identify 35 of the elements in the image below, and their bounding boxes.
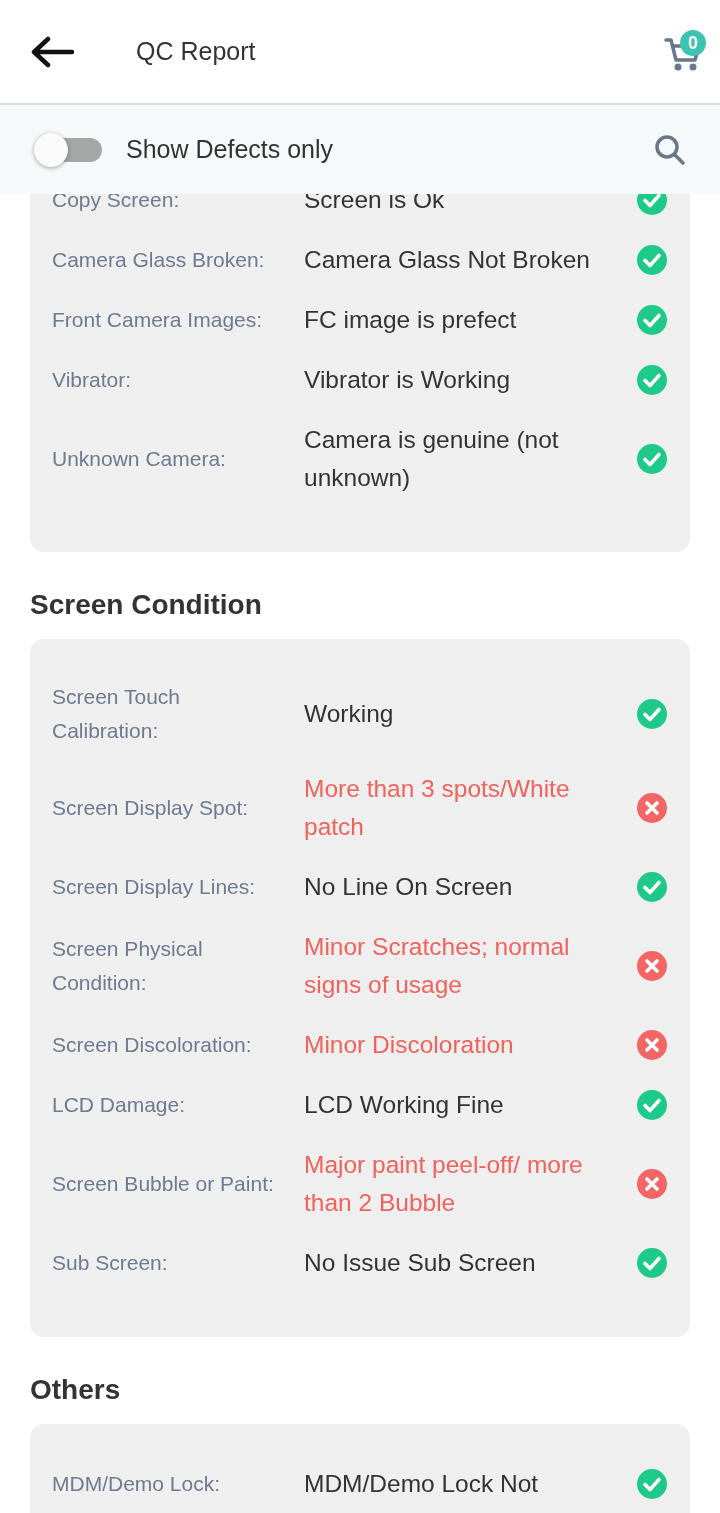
field-label: Unknown Camera: bbox=[52, 446, 227, 472]
field-label: Screen Bubble or Paint: bbox=[52, 1171, 275, 1197]
field-label: Screen Discoloration: bbox=[52, 1032, 253, 1058]
field-label: Copy Screen: bbox=[52, 187, 181, 213]
field-value: No Line On Screen bbox=[304, 872, 514, 902]
cart-button[interactable]: 0 bbox=[660, 30, 706, 74]
field-value: More than 3 spots/White patch bbox=[304, 774, 571, 842]
section-title: Screen Condition bbox=[30, 588, 263, 622]
toggle-switch[interactable] bbox=[34, 132, 102, 167]
section-title: Others bbox=[30, 1373, 122, 1407]
field-value: Minor Scratches; normal signs of usage bbox=[304, 932, 571, 1000]
field-label: Screen Display Lines: bbox=[52, 874, 257, 900]
field-label: Vibrator: bbox=[52, 367, 132, 393]
field-label: MDM/Demo Lock: bbox=[52, 1471, 222, 1497]
field-value: No Issue Sub Screen bbox=[304, 1248, 537, 1278]
field-label: Camera Glass Broken: bbox=[52, 247, 266, 273]
field-label: LCD Damage: bbox=[52, 1092, 187, 1118]
toggle-label: Show Defects only bbox=[126, 135, 334, 164]
field-value: LCD Working Fine bbox=[304, 1090, 505, 1120]
field-value: FC image is prefect bbox=[304, 305, 518, 335]
field-value: Camera Glass Not Broken bbox=[304, 245, 591, 275]
field-value: MDM/Demo Lock Not bbox=[304, 1469, 540, 1499]
field-label: Front Camera Images: bbox=[52, 307, 264, 333]
screen-title: QC Report bbox=[136, 37, 256, 66]
field-value: Camera is genuine (not unknown) bbox=[304, 425, 560, 493]
field-label: Sub Screen: bbox=[52, 1250, 169, 1276]
field-label: Screen Physical Condition: bbox=[52, 936, 204, 996]
field-label: Screen Display Spot: bbox=[52, 795, 250, 821]
field-label: Screen Touch Calibration: bbox=[52, 684, 182, 744]
field-value: Minor Discoloration bbox=[304, 1030, 515, 1060]
search-icon[interactable] bbox=[654, 133, 686, 166]
field-value: Vibrator is Working bbox=[304, 365, 512, 395]
field-value: Major paint peel-off/ more than 2 Bubble bbox=[304, 1150, 584, 1218]
back-arrow-icon[interactable] bbox=[30, 35, 74, 68]
field-value: Working bbox=[304, 699, 395, 729]
